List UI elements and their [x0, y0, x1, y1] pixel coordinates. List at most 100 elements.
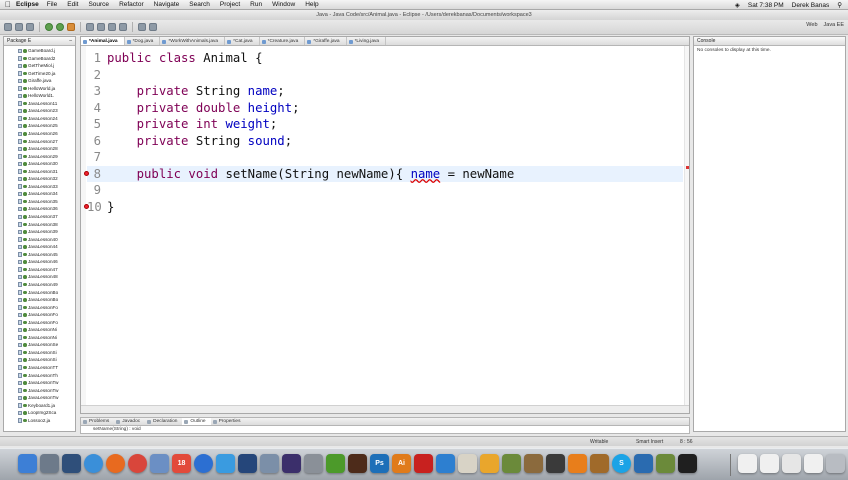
- acrobat-icon[interactable]: [414, 454, 433, 473]
- package-tree-item[interactable]: JavaLesson47: [4, 266, 75, 274]
- menu-help[interactable]: Help: [305, 1, 318, 8]
- package-tree-item[interactable]: Keyboard1.ja: [4, 402, 75, 410]
- open-type-icon[interactable]: [108, 23, 116, 31]
- external-tools-icon[interactable]: [67, 23, 75, 31]
- menu-navigate[interactable]: Navigate: [154, 1, 180, 8]
- perspective-web[interactable]: Web: [806, 22, 817, 28]
- package-tree-item[interactable]: JavaLesson39: [4, 228, 75, 236]
- package-tree-item[interactable]: JavaLessonTh: [4, 372, 75, 380]
- tab-javadoc[interactable]: Javadoc: [114, 418, 145, 425]
- network-icon[interactable]: [436, 454, 455, 473]
- error-icon[interactable]: [84, 170, 89, 176]
- screenshot-icon[interactable]: [304, 454, 323, 473]
- menu-source[interactable]: Source: [88, 1, 109, 8]
- code-area[interactable]: 1 public class Animal {2 3 private String …: [84, 46, 683, 405]
- package-tree-item[interactable]: JavaLessonSi: [4, 356, 75, 364]
- document-icon[interactable]: [738, 454, 757, 473]
- editor-tab[interactable]: *Giraffe.java: [305, 37, 347, 45]
- package-tree-item[interactable]: JavaLesson35: [4, 198, 75, 206]
- package-tree-item[interactable]: JavaLesson28: [4, 145, 75, 153]
- skype-icon[interactable]: S: [612, 454, 631, 473]
- firefox-icon[interactable]: [106, 454, 125, 473]
- package-tree-item[interactable]: JavaLesson27: [4, 138, 75, 146]
- utility-icon[interactable]: [590, 454, 609, 473]
- package-tree-item[interactable]: JavaLesson40: [4, 236, 75, 244]
- trash-icon[interactable]: [826, 454, 845, 473]
- package-tree-item[interactable]: JavaLessonFo: [4, 304, 75, 312]
- vlc-icon[interactable]: [568, 454, 587, 473]
- downloads-icon[interactable]: [782, 454, 801, 473]
- package-explorer-title[interactable]: Package E: [7, 37, 31, 45]
- package-tree-item[interactable]: HelloWorld1.: [4, 92, 75, 100]
- menu-project[interactable]: Project: [220, 1, 240, 8]
- error-icon[interactable]: [84, 203, 89, 209]
- package-tree-item[interactable]: JavaLesson32: [4, 175, 75, 183]
- new-package-icon[interactable]: [86, 23, 94, 31]
- package-tree-item[interactable]: JavaLessonBo: [4, 289, 75, 297]
- quicktime-icon[interactable]: [238, 454, 257, 473]
- safari-icon[interactable]: [84, 454, 103, 473]
- editor-tab[interactable]: *Dog.java: [125, 37, 161, 45]
- editor-tab[interactable]: *Cat.java: [225, 37, 260, 45]
- tab-declaration[interactable]: Declaration: [145, 418, 182, 425]
- new-icon[interactable]: [4, 23, 12, 31]
- package-tree-item[interactable]: JavaLessonNi: [4, 334, 75, 342]
- code-line[interactable]: 2: [87, 67, 683, 83]
- error-marker-icon[interactable]: [686, 166, 689, 169]
- app-store-icon[interactable]: [216, 454, 235, 473]
- editor-tab[interactable]: *Creature.java: [260, 37, 306, 45]
- app-menu[interactable]: Eclipse: [16, 1, 39, 8]
- box-icon[interactable]: [524, 454, 543, 473]
- debug-icon[interactable]: [45, 23, 53, 31]
- photoshop-icon[interactable]: Ps: [370, 454, 389, 473]
- package-tree-item[interactable]: JavaLesson26: [4, 130, 75, 138]
- package-tree-item[interactable]: JavaLessonFo: [4, 311, 75, 319]
- flash-icon[interactable]: [348, 454, 367, 473]
- package-tree-item[interactable]: JavaLesson48: [4, 273, 75, 281]
- package-tree-item[interactable]: GameBoard2: [4, 55, 75, 63]
- package-tree-item[interactable]: JavaLessonTT: [4, 364, 75, 372]
- editor-tab[interactable]: *WorkWithAnimals.java: [160, 37, 226, 45]
- package-tree-item[interactable]: JavaLesson36: [4, 205, 75, 213]
- package-tree-item[interactable]: JavaLesson49: [4, 281, 75, 289]
- code-line[interactable]: 5 private int weight;: [87, 116, 683, 132]
- textedit-icon[interactable]: [458, 454, 477, 473]
- package-tree-item[interactable]: JavaLesson38: [4, 221, 75, 229]
- package-tree-item[interactable]: LoopImg2Sca: [4, 409, 75, 417]
- package-tree-item[interactable]: JavaLesson11: [4, 100, 75, 108]
- spotlight-icon[interactable]: ⚲: [837, 1, 842, 9]
- calendar-icon[interactable]: 18: [172, 454, 191, 473]
- tab-problems[interactable]: Problems: [81, 418, 114, 425]
- code-line[interactable]: 10}: [84, 199, 683, 215]
- minecraft-icon[interactable]: [502, 454, 521, 473]
- mission-control-icon[interactable]: [62, 454, 81, 473]
- code-line[interactable]: 7: [87, 149, 683, 165]
- package-tree-item[interactable]: JavaLesson34: [4, 190, 75, 198]
- package-tree-item[interactable]: Lossoo2.ja: [4, 417, 75, 425]
- document-icon[interactable]: [760, 454, 779, 473]
- dreamweaver-icon[interactable]: [326, 454, 345, 473]
- menu-edit[interactable]: Edit: [67, 1, 78, 8]
- search-icon[interactable]: [119, 23, 127, 31]
- code-line[interactable]: 6 private String sound;: [87, 133, 683, 149]
- wifi-icon[interactable]: ◈: [735, 1, 740, 9]
- package-tree-item[interactable]: JavaLessonNi: [4, 326, 75, 334]
- finder-icon[interactable]: [18, 454, 37, 473]
- package-tree-item[interactable]: JavaLessonSi: [4, 349, 75, 357]
- package-tree-item[interactable]: GetTheMiol.j: [4, 62, 75, 70]
- package-tree-item[interactable]: JavaLessonTw: [4, 387, 75, 395]
- package-tree-item[interactable]: JavaLessonSe: [4, 341, 75, 349]
- package-tree-item[interactable]: JavaLessonTw: [4, 379, 75, 387]
- horizontal-scrollbar[interactable]: [81, 405, 689, 413]
- screen-recorder-icon[interactable]: [634, 454, 653, 473]
- mail-icon[interactable]: [150, 454, 169, 473]
- save-icon[interactable]: [15, 23, 23, 31]
- tab-properties[interactable]: Properties: [211, 418, 246, 425]
- package-tree-item[interactable]: JavaLesson23: [4, 107, 75, 115]
- code-line[interactable]: 3 private String name;: [87, 83, 683, 99]
- tab-outline[interactable]: Outline: [182, 418, 211, 425]
- back-icon[interactable]: [138, 23, 146, 31]
- perspective-java-ee[interactable]: Java EE: [824, 22, 844, 28]
- illustrator-icon[interactable]: Ai: [392, 454, 411, 473]
- menu-refactor[interactable]: Refactor: [119, 1, 144, 8]
